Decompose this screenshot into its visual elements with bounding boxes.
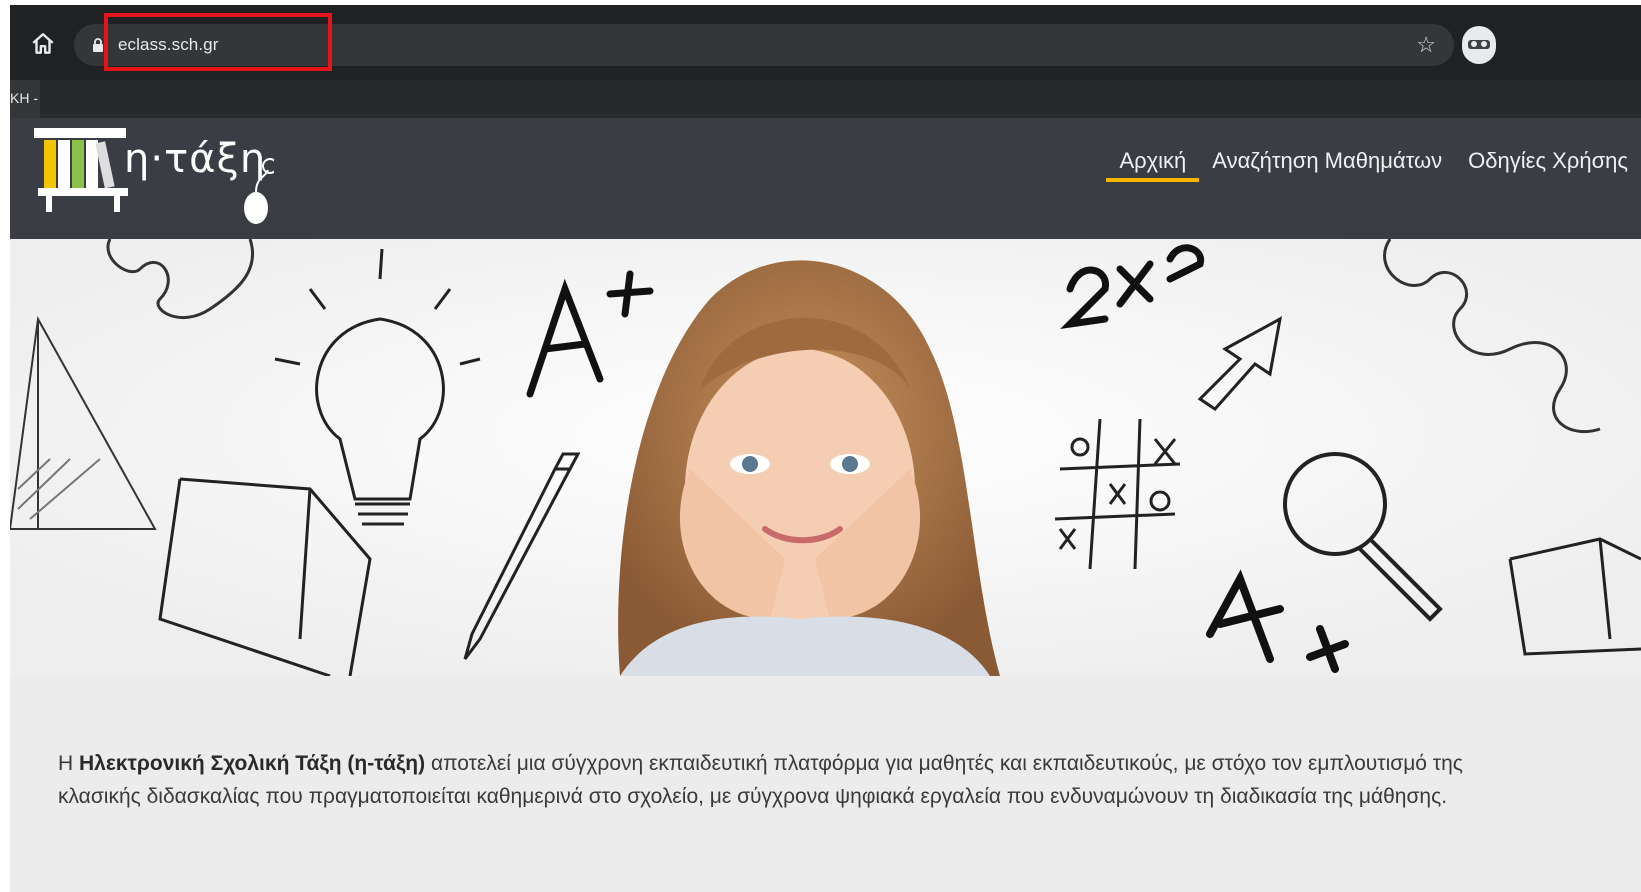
intro-paragraph: Η Ηλεκτρονική Σχολική Τάξη (η-τάξη) αποτ… <box>58 752 1463 808</box>
url-highlight-box <box>104 13 332 71</box>
bookmark-item[interactable]: ΚΗ - <box>10 80 40 118</box>
browser-toolbar: eclass.sch.gr ☆ <box>10 5 1641 80</box>
nav-item-home[interactable]: Αρχική <box>1106 146 1200 182</box>
bookmark-label[interactable]: ΚΗ - <box>10 90 38 106</box>
intro-bold-title: Ηλεκτρονική Σχολική Τάξη (η-τάξη) <box>79 752 426 775</box>
logo-text: η·τάξη <box>124 136 267 182</box>
bookmark-star-icon[interactable]: ☆ <box>1416 31 1436 59</box>
profile-avatar[interactable] <box>1462 26 1496 64</box>
site-logo[interactable]: η·τάξη <box>34 122 278 226</box>
main-nav: Αρχική Αναζήτηση Μαθημάτων Οδηγίες Χρήση… <box>1106 118 1641 239</box>
site-header: η·τάξη Αρχική Αναζήτηση Μαθημάτων Οδηγίε… <box>10 118 1641 239</box>
nav-item-user-guide[interactable]: Οδηγίες Χρήσης <box>1455 146 1641 182</box>
bookmarks-bar: ΚΗ - <box>10 80 1641 118</box>
hero-banner <box>10 239 1641 676</box>
intro-section: Η Ηλεκτρονική Σχολική Τάξη (η-τάξη) αποτ… <box>10 676 1641 892</box>
home-icon[interactable] <box>26 27 60 61</box>
hero-illustration <box>10 239 1641 676</box>
nav-item-course-search[interactable]: Αναζήτηση Μαθημάτων <box>1199 146 1455 182</box>
browser-window: eclass.sch.gr ☆ ΚΗ - η·τάξη Αρχική Αναζή… <box>10 5 1641 892</box>
